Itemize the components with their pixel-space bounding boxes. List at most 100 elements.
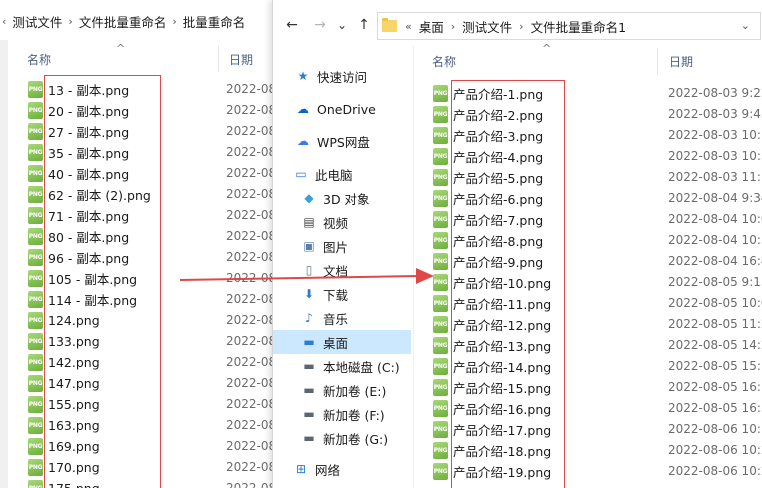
cloud-icon: ☁ bbox=[297, 134, 309, 148]
column-divider[interactable] bbox=[657, 48, 658, 74]
nav-item-label: 桌面 bbox=[323, 335, 349, 351]
breadcrumb-item[interactable]: 文件批量重命名 bbox=[79, 12, 167, 31]
png-file-icon: PNG bbox=[433, 463, 448, 480]
nav-item-label: 下载 bbox=[323, 287, 349, 303]
back-arrow-icon[interactable]: ← bbox=[283, 16, 301, 34]
file-date: 2022-08-05 9:15 bbox=[668, 275, 762, 289]
nav-item[interactable]: ★ 快速访问 bbox=[273, 64, 411, 88]
nav-item[interactable]: ⬇ 下载 bbox=[273, 282, 411, 306]
address-segment[interactable]: 文件批量重命名1 bbox=[531, 17, 626, 36]
file-date: 2022-08 bbox=[226, 376, 277, 390]
file-date: 2022-08 bbox=[226, 397, 277, 411]
file-date: 2022-08 bbox=[226, 187, 277, 201]
file-date: 2022-08-05 16:1 bbox=[668, 380, 762, 394]
file-date: 2022-08 bbox=[226, 124, 277, 138]
file-date: 2022-08 bbox=[226, 439, 277, 453]
desktop-icon: ▬ bbox=[303, 335, 315, 349]
png-file-icon: PNG bbox=[28, 312, 43, 329]
recent-locations-icon[interactable]: ⌄ bbox=[333, 16, 351, 34]
png-file-icon: PNG bbox=[433, 295, 448, 312]
column-header: ^ 名称 日期 bbox=[22, 42, 272, 72]
nav-item-label: 3D 对象 bbox=[323, 191, 370, 207]
forward-arrow-icon[interactable]: → bbox=[311, 16, 329, 34]
file-date: 2022-08 bbox=[226, 271, 277, 285]
png-file-icon: PNG bbox=[28, 459, 43, 476]
navigation-pane: ★ 快速访问 ☁ OneDrive ☁ WPS网盘 ▭ 此电脑 ◆ 3D 对象 ▤ 视频 ▣ 图片 ▯ 文档 ⬇… bbox=[273, 56, 413, 488]
folder-icon bbox=[382, 18, 397, 32]
column-date[interactable]: 日期 bbox=[669, 53, 693, 70]
nav-item-label: 此电脑 bbox=[315, 167, 353, 183]
chevron-left-icon[interactable]: « bbox=[405, 20, 412, 33]
breadcrumb: ‹ 测试文件 › 文件批量重命名 › 批量重命名 bbox=[0, 8, 249, 34]
nav-item[interactable]: ▤ 视频 bbox=[273, 210, 411, 234]
address-dropdown-icon[interactable]: ⌄ bbox=[741, 19, 750, 32]
nav-item[interactable]: ▬ 新加卷 (E:) bbox=[273, 378, 411, 402]
cloud-icon: ☁ bbox=[297, 102, 309, 116]
sort-caret-icon: ^ bbox=[116, 42, 126, 55]
file-date: 2022-08-05 15:1 bbox=[668, 359, 762, 373]
nav-item[interactable]: ⊞ 网络 bbox=[273, 457, 411, 481]
network-icon: ⊞ bbox=[295, 462, 307, 476]
nav-item[interactable]: ▬ 桌面 bbox=[273, 330, 411, 354]
sort-caret-icon: ^ bbox=[542, 42, 552, 55]
file-date: 2022-08-05 14:2 bbox=[668, 338, 762, 352]
address-segment[interactable]: 测试文件 bbox=[462, 17, 512, 36]
png-file-icon: PNG bbox=[28, 417, 43, 434]
file-date: 2022-08 bbox=[226, 145, 277, 159]
breadcrumb-item[interactable]: 批量重命名 bbox=[183, 12, 246, 31]
png-file-icon: PNG bbox=[28, 375, 43, 392]
highlight-box-original-names bbox=[44, 75, 161, 488]
address-bar[interactable]: « 桌面 › 测试文件 › 文件批量重命名1 ⌄ bbox=[377, 12, 761, 40]
column-divider[interactable] bbox=[218, 46, 219, 72]
file-date: 2022-08 bbox=[226, 460, 277, 474]
file-date: 2022-08 bbox=[226, 103, 277, 117]
column-name[interactable]: 名称 bbox=[27, 51, 51, 68]
nav-item-label: 本地磁盘 (C:) bbox=[323, 359, 400, 375]
file-date: 2022-08-06 10:1 bbox=[668, 422, 762, 436]
breadcrumb-item[interactable]: 测试文件 bbox=[12, 12, 62, 31]
png-file-icon: PNG bbox=[433, 316, 448, 333]
left-scroll-strip bbox=[0, 40, 8, 488]
up-arrow-icon[interactable]: ↑ bbox=[355, 16, 373, 34]
png-file-icon: PNG bbox=[28, 480, 43, 488]
nav-item-label: 图片 bbox=[323, 239, 349, 255]
column-name[interactable]: 名称 bbox=[432, 53, 456, 70]
nav-item-label: 网络 bbox=[315, 462, 341, 478]
nav-item-label: 新加卷 (F:) bbox=[323, 407, 385, 423]
file-date: 2022-08-03 11:1 bbox=[668, 170, 762, 184]
nav-item[interactable]: ☁ OneDrive bbox=[273, 97, 411, 121]
nav-item[interactable]: ▬ 新加卷 (F:) bbox=[273, 402, 411, 426]
address-segment[interactable]: 桌面 bbox=[419, 17, 444, 36]
chevron-right-icon[interactable]: › bbox=[68, 15, 72, 28]
png-file-icon: PNG bbox=[433, 106, 448, 123]
nav-item[interactable]: ▬ 本地磁盘 (C:) bbox=[273, 354, 411, 378]
chevron-right-icon[interactable]: › bbox=[451, 20, 455, 33]
pane-divider[interactable] bbox=[413, 46, 414, 488]
chevron-left-icon[interactable]: ‹ bbox=[2, 15, 6, 28]
nav-item[interactable]: ☁ WPS网盘 bbox=[273, 129, 411, 153]
nav-item[interactable]: ♪ 音乐 bbox=[273, 306, 411, 330]
drive-icon: ▬ bbox=[303, 359, 315, 373]
drive-icon: ▬ bbox=[303, 431, 315, 445]
nav-item[interactable]: ▬ 新加卷 (G:) bbox=[273, 426, 411, 450]
nav-item-label: 新加卷 (E:) bbox=[323, 383, 387, 399]
nav-item-label: WPS网盘 bbox=[317, 134, 370, 150]
file-date: 2022-08 bbox=[226, 292, 277, 306]
file-date: 2022-08 bbox=[226, 82, 277, 96]
file-date: 2022-08 bbox=[226, 334, 277, 348]
png-file-icon: PNG bbox=[433, 169, 448, 186]
nav-item[interactable]: ▭ 此电脑 bbox=[273, 162, 411, 186]
png-file-icon: PNG bbox=[433, 358, 448, 375]
nav-item-label: OneDrive bbox=[317, 101, 376, 117]
file-date: 2022-08-03 9:43 bbox=[668, 107, 762, 121]
file-date: 2022-08-05 16:5 bbox=[668, 401, 762, 415]
chevron-right-icon[interactable]: › bbox=[519, 20, 523, 33]
chevron-right-icon[interactable]: › bbox=[172, 15, 176, 28]
nav-item[interactable]: ▯ 文档 bbox=[273, 258, 411, 282]
png-file-icon: PNG bbox=[433, 400, 448, 417]
nav-item[interactable]: ▣ 图片 bbox=[273, 234, 411, 258]
column-date[interactable]: 日期 bbox=[229, 51, 253, 68]
nav-item[interactable]: ◆ 3D 对象 bbox=[273, 186, 411, 210]
png-file-icon: PNG bbox=[433, 442, 448, 459]
drive-icon: ▬ bbox=[303, 407, 315, 421]
